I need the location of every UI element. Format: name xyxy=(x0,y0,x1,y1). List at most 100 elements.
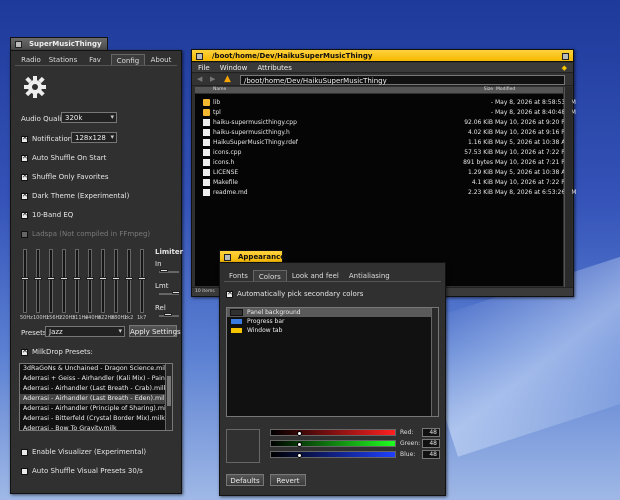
slider-knob[interactable] xyxy=(60,277,68,280)
list-item[interactable]: Window tab xyxy=(227,326,438,335)
column-modified[interactable]: Modified xyxy=(493,87,515,93)
eq-slider-100hz[interactable] xyxy=(34,249,42,313)
visualizer-row[interactable]: Enable Visualizer (Experimental) xyxy=(21,448,146,456)
path-field[interactable]: /boot/home/Dev/HaikuSuperMusicThingy xyxy=(240,75,565,85)
slider-knob[interactable] xyxy=(112,277,120,280)
tab-antialiasing[interactable]: Antialiasing xyxy=(344,270,395,281)
eq-slider-1k7[interactable] xyxy=(138,249,146,313)
tab-config[interactable]: Config xyxy=(111,54,145,65)
color-item-list[interactable]: Panel background Progress bar Window tab xyxy=(226,307,439,417)
tracker-title-bar[interactable]: /boot/home/Dev/HaikuSuperMusicThingy xyxy=(192,50,573,62)
notifications-size-select[interactable]: 128x128 xyxy=(71,132,117,143)
tracker-scrollbar[interactable] xyxy=(564,87,572,287)
list-item[interactable]: Aderrasi - Airhandler (Last Breath - Cra… xyxy=(20,384,172,394)
slider-knob[interactable] xyxy=(164,313,172,316)
menu-attributes[interactable]: Attributes xyxy=(257,64,292,72)
scroll-thumb[interactable] xyxy=(167,376,171,406)
table-row[interactable]: tpl - May 8, 2026 at 8:40:48 PM xyxy=(195,108,576,118)
color-list-scrollbar[interactable] xyxy=(431,308,438,416)
list-item[interactable]: Aderrasi - Bitterfeld (Crystal Border Mi… xyxy=(20,414,172,424)
auto-pick-checkbox[interactable] xyxy=(226,289,233,298)
green-value-field[interactable]: 48 xyxy=(422,439,440,448)
option-10-band-eq[interactable]: 10-Band EQ xyxy=(21,210,73,219)
table-row[interactable]: icons.cpp 57.53 KiB May 10, 2026 at 7:22 P… xyxy=(195,148,570,158)
table-row[interactable]: LICENSE 1.29 KiB May 5, 2026 at 10:38 AM xyxy=(195,168,571,178)
list-item[interactable]: Panel background xyxy=(227,308,438,317)
dark-theme-checkbox[interactable] xyxy=(21,191,28,200)
limiter-rel-slider[interactable] xyxy=(159,313,179,317)
auto-pick-row[interactable]: Automatically pick secondary colors xyxy=(226,289,363,298)
table-row[interactable]: haiku-supermusicthingy.cpp 92.06 KiB May 1… xyxy=(195,118,570,128)
milkdrop-preset-list[interactable]: 3dRaGoNs & Unchained - Dragon Science.mi… xyxy=(19,363,173,431)
limiter-in-slider[interactable] xyxy=(159,269,179,273)
shuffle-favorites-checkbox[interactable] xyxy=(21,172,28,181)
red-value-field[interactable]: 48 xyxy=(422,428,440,437)
option-dark-theme[interactable]: Dark Theme (Experimental) xyxy=(21,191,129,200)
presets-select[interactable]: Jazz xyxy=(45,326,125,337)
milkdrop-scrollbar[interactable] xyxy=(165,364,172,430)
back-arrow-icon[interactable]: ◀ xyxy=(197,75,202,83)
tab-fonts[interactable]: Fonts xyxy=(224,270,253,281)
slider-knob[interactable] xyxy=(172,291,180,294)
eq-slider-220hz[interactable] xyxy=(60,249,68,313)
list-item[interactable]: 3dRaGoNs & Unchained - Dragon Science.mi… xyxy=(20,364,172,374)
table-row[interactable]: Makefile 4.1 KiB May 10, 2026 at 7:22 PM xyxy=(195,178,570,188)
apply-settings-button[interactable]: Apply Settings xyxy=(129,325,181,337)
table-row[interactable]: lib - May 8, 2026 at 8:58:53 PM xyxy=(195,98,576,108)
tab-colors[interactable]: Colors xyxy=(252,270,287,281)
close-icon[interactable] xyxy=(196,53,203,60)
list-item[interactable]: Aderrasi + Geiss - Airhandler (Kali Mix)… xyxy=(20,374,172,384)
eq-checkbox[interactable] xyxy=(21,210,28,219)
table-row[interactable]: HaikuSuperMusicThingy.rdef 1.16 KiB May 5,… xyxy=(195,138,571,148)
eq-slider-156hz[interactable] xyxy=(47,249,55,313)
tab-radio[interactable]: Radio xyxy=(15,54,47,65)
eq-slider-50hz[interactable] xyxy=(21,249,29,313)
menu-file[interactable]: File xyxy=(198,64,210,72)
music-window-tab[interactable]: SuperMusicThingy xyxy=(10,37,108,50)
slider-thumb[interactable] xyxy=(297,453,302,458)
limiter-lmt-slider[interactable] xyxy=(159,291,180,295)
table-row[interactable]: haiku-supermusicthingy.h 4.02 KiB May 10, … xyxy=(195,128,570,138)
option-auto-shuffle[interactable]: Auto Shuffle On Start xyxy=(21,153,106,162)
up-arrow-icon[interactable]: ▲ xyxy=(224,74,231,84)
eq-slider-1k2[interactable] xyxy=(125,249,133,313)
eq-slider-440hz[interactable] xyxy=(86,249,94,313)
red-slider[interactable] xyxy=(270,429,396,436)
blue-slider[interactable] xyxy=(270,451,396,458)
slider-knob[interactable] xyxy=(21,277,29,280)
slider-knob[interactable] xyxy=(138,277,146,280)
close-icon[interactable] xyxy=(224,254,231,261)
slider-thumb[interactable] xyxy=(297,431,302,436)
auto-shuffle-visual-checkbox[interactable] xyxy=(21,467,28,475)
menu-window[interactable]: Window xyxy=(220,64,248,72)
audio-quality-select[interactable]: 320k xyxy=(61,112,117,123)
list-item[interactable]: Aderrasi - Airhandler (Last Breath - Ede… xyxy=(20,394,172,404)
close-icon[interactable] xyxy=(15,41,22,48)
auto-shuffle-checkbox[interactable] xyxy=(21,153,28,162)
list-item[interactable]: Aderrasi - Airhandler (Principle of Shar… xyxy=(20,404,172,414)
milkdrop-checkbox[interactable] xyxy=(21,347,28,356)
notifications-checkbox[interactable] xyxy=(21,134,28,143)
column-name[interactable]: Name xyxy=(195,87,423,93)
slider-knob[interactable] xyxy=(34,277,42,280)
option-shuffle-favorites[interactable]: Shuffle Only Favorites xyxy=(21,172,109,181)
table-row[interactable]: icons.h 891 bytes May 10, 2026 at 7:21 PM xyxy=(195,158,570,168)
tab-stations[interactable]: Stations xyxy=(47,54,79,65)
forward-arrow-icon[interactable]: ▶ xyxy=(210,75,215,83)
eq-slider-311hz[interactable] xyxy=(73,249,81,313)
slider-knob[interactable] xyxy=(73,277,81,280)
column-size[interactable]: Size xyxy=(423,87,493,93)
list-item[interactable]: Aderrasi - Bow To Gravity.milk xyxy=(20,424,172,430)
blue-value-field[interactable]: 48 xyxy=(422,450,440,459)
notifications-row[interactable]: Notifications xyxy=(21,134,76,143)
slider-knob[interactable] xyxy=(160,269,168,272)
visualizer-checkbox[interactable] xyxy=(21,448,28,456)
slider-thumb[interactable] xyxy=(297,442,302,447)
auto-shuffle-visual-row[interactable]: Auto Shuffle Visual Presets 30/s xyxy=(21,467,143,475)
eq-slider-880hz[interactable] xyxy=(112,249,120,313)
tab-about[interactable]: About xyxy=(145,54,177,65)
tab-look-and-feel[interactable]: Look and feel xyxy=(287,270,344,281)
slider-knob[interactable] xyxy=(99,277,107,280)
slider-knob[interactable] xyxy=(47,277,55,280)
table-row[interactable]: readme.md 2.23 KiB May 8, 2026 at 6:53:26 … xyxy=(195,188,576,198)
